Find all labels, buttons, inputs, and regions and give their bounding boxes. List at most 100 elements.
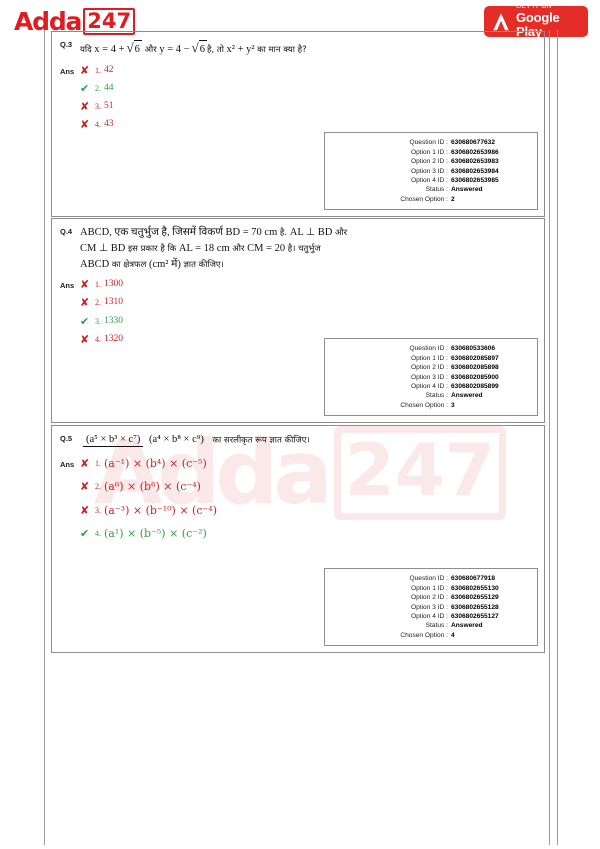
q4-l2d: और (232, 243, 245, 254)
info-value: 3 (451, 401, 455, 409)
info-value: 6306802653983 (451, 158, 499, 166)
info-row-question-id: Question ID : 630680533606 (329, 344, 527, 353)
info-label: Chosen Option : (400, 631, 448, 639)
option-3-2[interactable]: ✔ 2. 44 (80, 82, 536, 95)
question-info-box-3: Question ID : 630680677632 Option 1 ID :… (324, 132, 538, 210)
question-card-5: Q.5 (a⁵ × b³ × c⁷) (a⁴ × b⁸ × c⁹) का सरल… (51, 425, 545, 653)
option-text: (a¹) × (b⁻⁵) × (c⁻²) (104, 526, 207, 540)
info-value: Answered (451, 392, 483, 400)
info-row-option4-id: Option 4 ID : 6306802085899 (329, 382, 527, 391)
question-text-4: ABCD, एक चतुर्भुज है, जिसमें विकर्ण BD =… (80, 225, 347, 272)
wrong-mark-icon: ✘ (80, 100, 90, 114)
info-value: 630680677918 (451, 575, 496, 583)
option-3-1[interactable]: ✘ 1. 42 (80, 64, 536, 77)
option-text: 1310 (104, 297, 123, 308)
q4-l3b: का क्षेत्रफल (111, 259, 147, 270)
info-value: 6306802655129 (451, 594, 499, 602)
question-card-4: Q.4 ABCD, एक चतुर्भुज है, जिसमें विकर्ण … (51, 218, 545, 423)
answer-label-4: Ans (60, 281, 75, 291)
q3-sqrt1-value: 6 (134, 44, 140, 55)
info-label: Option 2 ID : (410, 364, 448, 372)
info-row-option3-id: Option 3 ID : 6306802655128 (329, 603, 527, 612)
info-label: Status : (425, 186, 448, 194)
info-row-option1-id: Option 1 ID : 6306802655130 (329, 584, 527, 593)
info-label: Status : (425, 392, 448, 400)
info-label: Option 1 ID : (410, 354, 448, 362)
q4-l2f: है। चतुर्भुज (287, 243, 321, 254)
info-value: 6306802653985 (451, 176, 499, 184)
option-number: 2. (95, 298, 101, 308)
option-number: 4. (95, 120, 101, 130)
option-number: 4. (95, 528, 101, 538)
wrong-mark-icon: ✘ (80, 278, 90, 292)
option-4-2[interactable]: ✘ 2. 1310 (80, 296, 536, 309)
info-value: 2 (451, 195, 455, 203)
option-text: 1330 (104, 315, 123, 326)
q3-var-x: x (94, 44, 100, 55)
wrong-mark-icon: ✘ (80, 118, 90, 132)
option-text: (a⁻¹) × (b⁴) × (c⁻⁵) (104, 457, 207, 471)
info-label: Option 1 ID : (410, 148, 448, 156)
option-5-4[interactable]: ✔ 4. (a¹) × (b⁻⁵) × (c⁻²) (80, 527, 536, 541)
q5-fraction-denominator: (a⁴ × b⁸ × c⁹) (149, 434, 204, 445)
info-label: Option 4 ID : (410, 612, 448, 620)
option-number: 4. (95, 334, 101, 344)
wrong-mark-icon: ✘ (80, 457, 90, 471)
info-row-option1-id: Option 1 ID : 6306802653986 (329, 148, 527, 157)
info-label: Option 3 ID : (410, 373, 448, 381)
option-5-1[interactable]: ✘ 1. (a⁻¹) × (b⁴) × (c⁻⁵) (80, 457, 536, 471)
info-value: Answered (451, 622, 483, 630)
option-3-3[interactable]: ✘ 3. 51 (80, 100, 536, 113)
info-label: Question ID : (409, 139, 448, 147)
option-3-4[interactable]: ✘ 4. 43 (80, 118, 536, 131)
option-4-1[interactable]: ✘ 1. 1300 (80, 278, 536, 291)
q4-l2e: CM = 20 (247, 242, 286, 254)
question-block-4: Q.4 ABCD, एक चतुर्भुज है, जिसमें विकर्ण … (51, 218, 545, 423)
option-number: 3. (95, 102, 101, 112)
info-value: 6306802655127 (451, 612, 499, 620)
correct-mark-icon: ✔ (80, 81, 90, 95)
wrong-mark-icon: ✘ (80, 503, 90, 517)
wrong-mark-icon: ✘ (80, 296, 90, 310)
question-number-5: Q.5 (60, 434, 73, 443)
option-number: 1. (95, 280, 101, 290)
question-info-box-4: Question ID : 630680533606 Option 1 ID :… (324, 338, 538, 416)
q4-l1c: है. (279, 228, 288, 238)
info-value: 6306802655130 (451, 584, 499, 592)
info-value: Answered (451, 186, 483, 194)
q5-fraction: (a⁵ × b³ × c⁷) (a⁴ × b⁸ × c⁹) (83, 432, 207, 448)
q3-eq1: = 4 + (102, 44, 125, 55)
option-text: (a⁶) × (b⁶) × (c⁻⁴) (104, 480, 201, 494)
question-block-5: Q.5 (a⁵ × b³ × c⁷) (a⁴ × b⁸ × c⁹) का सरल… (51, 425, 545, 653)
info-value: 4 (451, 631, 455, 639)
option-5-2[interactable]: ✘ 2. (a⁶) × (b⁶) × (c⁻⁴) (80, 480, 536, 494)
option-5-3[interactable]: ✘ 3. (a⁻³) × (b⁻¹⁰) × (c⁻⁴) (80, 504, 536, 518)
q3-sqrt2-value: 6 (199, 44, 205, 55)
question-header-5: Q.5 (a⁵ × b³ × c⁷) (a⁴ × b⁸ × c⁹) का सरल… (60, 432, 536, 448)
q3-sqrt-2: √ 6 (191, 40, 207, 55)
page-right-rule-outer (557, 30, 558, 845)
info-row-chosen-option: Chosen Option : 2 (329, 195, 527, 204)
option-number: 1. (95, 65, 101, 75)
q4-l3a: ABCD (80, 258, 110, 270)
q4-line-1: ABCD, एक चतुर्भुज है, जिसमें विकर्ण BD =… (80, 225, 347, 241)
logo-badge-text: 247 (87, 9, 132, 33)
question-info-box-5: Question ID : 630680677918 Option 1 ID :… (324, 568, 538, 646)
answer-label-3: Ans (60, 66, 75, 76)
q4-line-2: CM ⊥ BD इस प्रकार है कि AL = 18 cm और CM… (80, 241, 347, 257)
info-row-question-id: Question ID : 630680677632 (329, 138, 527, 147)
info-value: 6306802085899 (451, 382, 499, 390)
option-4-3[interactable]: ✔ 3. 1330 (80, 315, 536, 328)
info-row-option3-id: Option 3 ID : 6306802653984 (329, 167, 527, 176)
info-label: Chosen Option : (400, 401, 448, 409)
info-value: 6306802653986 (451, 148, 499, 156)
wrong-mark-icon: ✘ (80, 332, 90, 346)
info-label: Option 2 ID : (410, 158, 448, 166)
q3-t-p4: का मान क्या है? (257, 45, 307, 55)
google-play-triangle-icon (493, 12, 509, 30)
question-header-4: Q.4 ABCD, एक चतुर्भुज है, जिसमें विकर्ण … (60, 225, 536, 272)
info-label: Option 2 ID : (410, 594, 448, 602)
info-row-option4-id: Option 4 ID : 6306802655127 (329, 612, 527, 621)
answer-label-5: Ans (60, 460, 75, 470)
q3-var-y: y (159, 44, 165, 55)
